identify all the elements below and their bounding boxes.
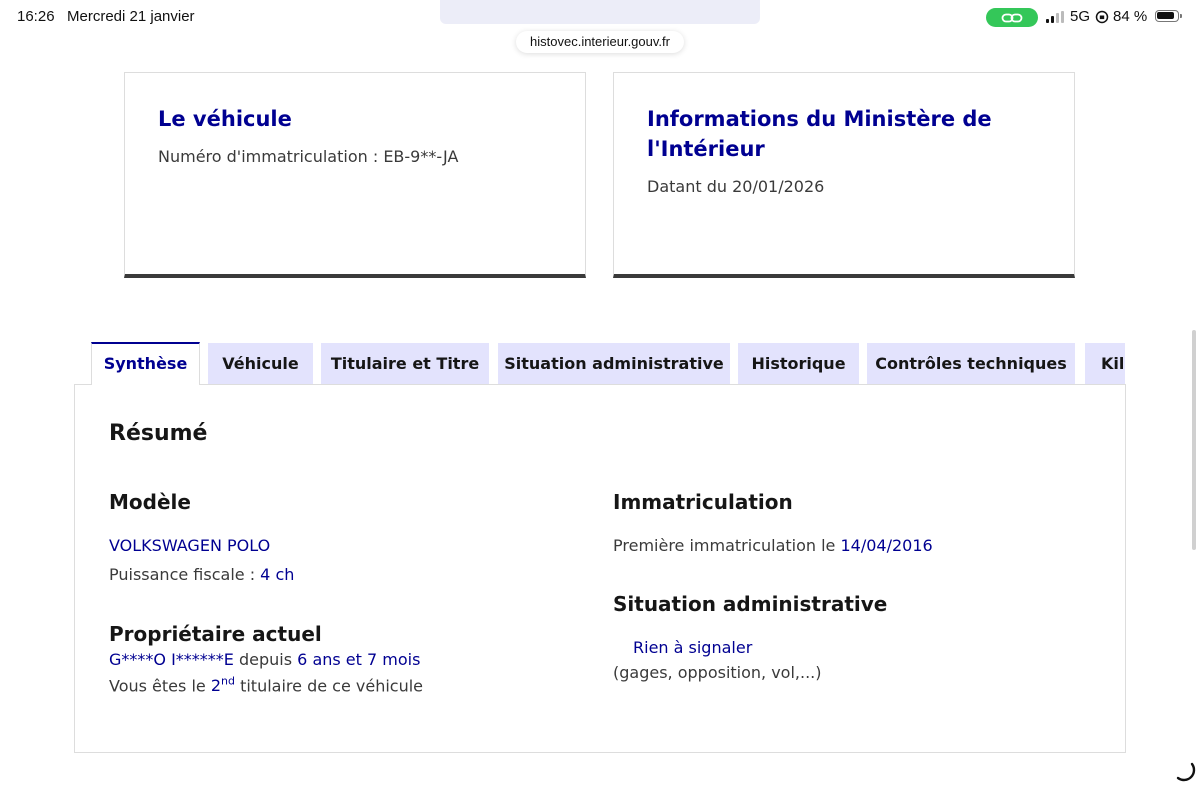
admin-status: Rien à signaler <box>633 638 753 657</box>
vehicle-card-description: Numéro d'immatriculation : EB-9**-JA <box>158 147 459 166</box>
hotspot-link-icon[interactable] <box>986 8 1038 27</box>
owner-line: G****O I******E depuis 6 ans et 7 mois <box>109 650 420 669</box>
first-registration-date: 14/04/2016 <box>840 536 933 555</box>
status-date: Mercredi 21 janvier <box>67 8 195 25</box>
owner-rank-prefix: Vous êtes le <box>109 676 206 696</box>
owner-rank: Vous êtes le 2nd titulaire de ce véhicul… <box>109 675 423 695</box>
ministry-card: Informations du Ministère de l'Intérieur… <box>613 72 1075 278</box>
owner-rank-end: titulaire de ce véhicule <box>240 676 423 696</box>
tab-kilometrage[interactable]: Kilo <box>1085 343 1125 384</box>
owner-heading: Propriétaire actuel <box>109 622 322 646</box>
battery-icon <box>1155 10 1182 22</box>
model-heading: Modèle <box>109 490 191 514</box>
vehicle-card-title[interactable]: Le véhicule <box>158 104 558 134</box>
fiscal-power-label: Puissance fiscale : <box>109 565 256 584</box>
fiscal-power-value: 4 ch <box>260 565 295 584</box>
status-time: 16:26 <box>17 8 55 25</box>
owner-rank-number: 2nd <box>210 675 235 696</box>
network-type: 5G <box>1070 8 1091 25</box>
tab-situation-administrative[interactable]: Situation administrative <box>498 343 730 384</box>
first-registration-label: Première immatriculation le <box>613 536 836 555</box>
page-scrollbar[interactable] <box>1192 330 1196 550</box>
summary-panel: Résumé Modèle VOLKSWAGEN POLO Puissance … <box>74 384 1126 753</box>
url-bar[interactable]: histovec.interieur.gouv.fr <box>516 31 684 53</box>
ministry-card-title[interactable]: Informations du Ministère de l'Intérieur <box>647 104 1047 164</box>
owner-since-label: depuis <box>239 650 293 669</box>
loading-spinner-icon <box>1176 762 1196 782</box>
orientation-lock-icon <box>1095 10 1109 24</box>
vehicle-card: Le véhicule Numéro d'immatriculation : E… <box>124 72 586 278</box>
tab-synthese[interactable]: Synthèse <box>91 342 200 385</box>
cellular-signal-icon <box>1046 11 1066 23</box>
first-registration: Première immatriculation le 14/04/2016 <box>613 536 933 555</box>
fiscal-power: Puissance fiscale : 4 ch <box>109 565 294 584</box>
tab-bar: Synthèse Véhicule Titulaire et Titre Sit… <box>91 342 1125 385</box>
status-bar: 16:26 Mercredi 21 janvier 5G 84 % <box>0 0 1200 34</box>
admin-heading: Situation administrative <box>613 592 888 616</box>
tab-controles-techniques[interactable]: Contrôles techniques <box>867 343 1075 384</box>
battery-percentage: 84 % <box>1113 8 1148 25</box>
owner-name: G****O I******E <box>109 650 234 669</box>
owner-duration: 6 ans et 7 mois <box>297 650 421 669</box>
admin-details: (gages, opposition, vol,...) <box>613 663 822 682</box>
tab-vehicule[interactable]: Véhicule <box>208 343 313 384</box>
summary-title: Résumé <box>109 421 208 446</box>
top-toolbar-ghost <box>440 0 760 24</box>
tab-historique[interactable]: Historique <box>738 343 859 384</box>
ministry-card-description: Datant du 20/01/2026 <box>647 177 825 196</box>
model-name: VOLKSWAGEN POLO <box>109 536 271 555</box>
link-icon <box>1001 13 1023 22</box>
registration-heading: Immatriculation <box>613 490 793 514</box>
tab-titulaire-et-titre[interactable]: Titulaire et Titre <box>321 343 489 384</box>
